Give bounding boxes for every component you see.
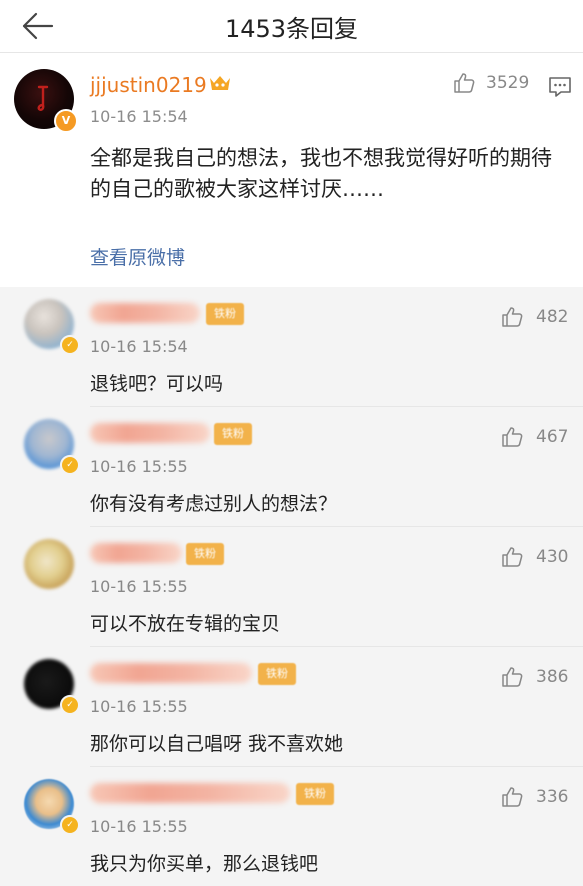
verified-badge-icon: ✓ [60,815,80,835]
reply-text: 你有没有考虑过别人的想法？ [90,493,338,515]
fan-tag: 铁粉 [214,423,252,445]
reply-time: 10-16 15:55 [90,577,188,596]
top-bar: 1453条回复 [0,0,583,53]
like-button[interactable]: 482 [500,305,580,331]
main-comment: V jjjustin0219 10-16 15:54 3529 全都是我自己的想… [0,53,583,287]
reply-time: 10-16 15:55 [90,817,188,836]
fan-tag: 铁粉 [296,783,334,805]
view-original-link[interactable]: 查看原微博 [90,243,185,270]
page-title: 1453条回复 [224,15,359,43]
username-blurred[interactable] [90,303,200,323]
post-time: 10-16 15:54 [90,107,188,126]
like-button[interactable]: 430 [500,545,580,571]
reply-time: 10-16 15:55 [90,457,188,476]
reply-item: 铁粉 10-16 15:55 可以不放在专辑的宝贝 430 [0,527,583,647]
like-count: 430 [536,547,569,567]
reply-text: 可以不放在专辑的宝贝 [90,613,281,635]
username-blurred[interactable] [90,423,210,443]
like-button[interactable]: 467 [500,425,580,451]
like-count: 336 [536,787,569,807]
username-blurred[interactable] [90,783,290,803]
reply-item: ✓ 铁粉 10-16 15:55 我只为你买单，那么退钱吧 336 [0,767,583,886]
comment-icon[interactable] [548,76,572,98]
like-icon [502,547,523,567]
like-icon [454,73,475,93]
verified-badge-icon: V [54,109,78,133]
verified-badge-icon: ✓ [60,455,80,475]
like-button[interactable]: 386 [500,665,580,691]
avatar[interactable] [24,539,74,589]
reply-text: 我只为你买单，那么退钱吧 [90,853,319,875]
crown-icon [210,76,230,90]
fan-tag: 铁粉 [258,663,296,685]
fan-tag: 铁粉 [206,303,244,325]
username-blurred[interactable] [90,663,252,683]
reply-text: 那你可以自己唱呀 我不喜欢她 [90,733,344,755]
like-button[interactable]: 336 [500,785,580,811]
avatar-mark [37,85,49,111]
like-count: 3529 [486,73,530,93]
verified-badge-icon: ✓ [60,695,80,715]
username[interactable]: jjjustin0219 [90,73,207,97]
reply-item: ✓ 铁粉 10-16 15:54 退钱吧？可以吗 482 [0,287,583,407]
like-icon [502,667,523,687]
reply-item: ✓ 铁粉 10-16 15:55 那你可以自己唱呀 我不喜欢她 386 [0,647,583,767]
like-count: 482 [536,307,569,327]
reply-item: ✓ 铁粉 10-16 15:55 你有没有考虑过别人的想法？ 467 [0,407,583,527]
like-count: 467 [536,427,569,447]
like-icon [502,787,523,807]
reply-time: 10-16 15:54 [90,337,188,356]
reply-text: 退钱吧？可以吗 [90,373,224,395]
page: 1453条回复 V jjjustin0219 10-16 15:54 3529 [0,0,583,886]
like-count: 386 [536,667,569,687]
verified-badge-icon: ✓ [60,335,80,355]
reply-list: ✓ 铁粉 10-16 15:54 退钱吧？可以吗 482 ✓ 铁粉 10-16 … [0,287,583,886]
username-blurred[interactable] [90,543,182,563]
fan-tag: 铁粉 [186,543,224,565]
reply-time: 10-16 15:55 [90,697,188,716]
comment-text: 全都是我自己的想法，我也不想我觉得好听的期待的自己的歌被大家这样讨厌…… [90,146,552,201]
like-icon [502,307,523,327]
like-icon [502,427,523,447]
